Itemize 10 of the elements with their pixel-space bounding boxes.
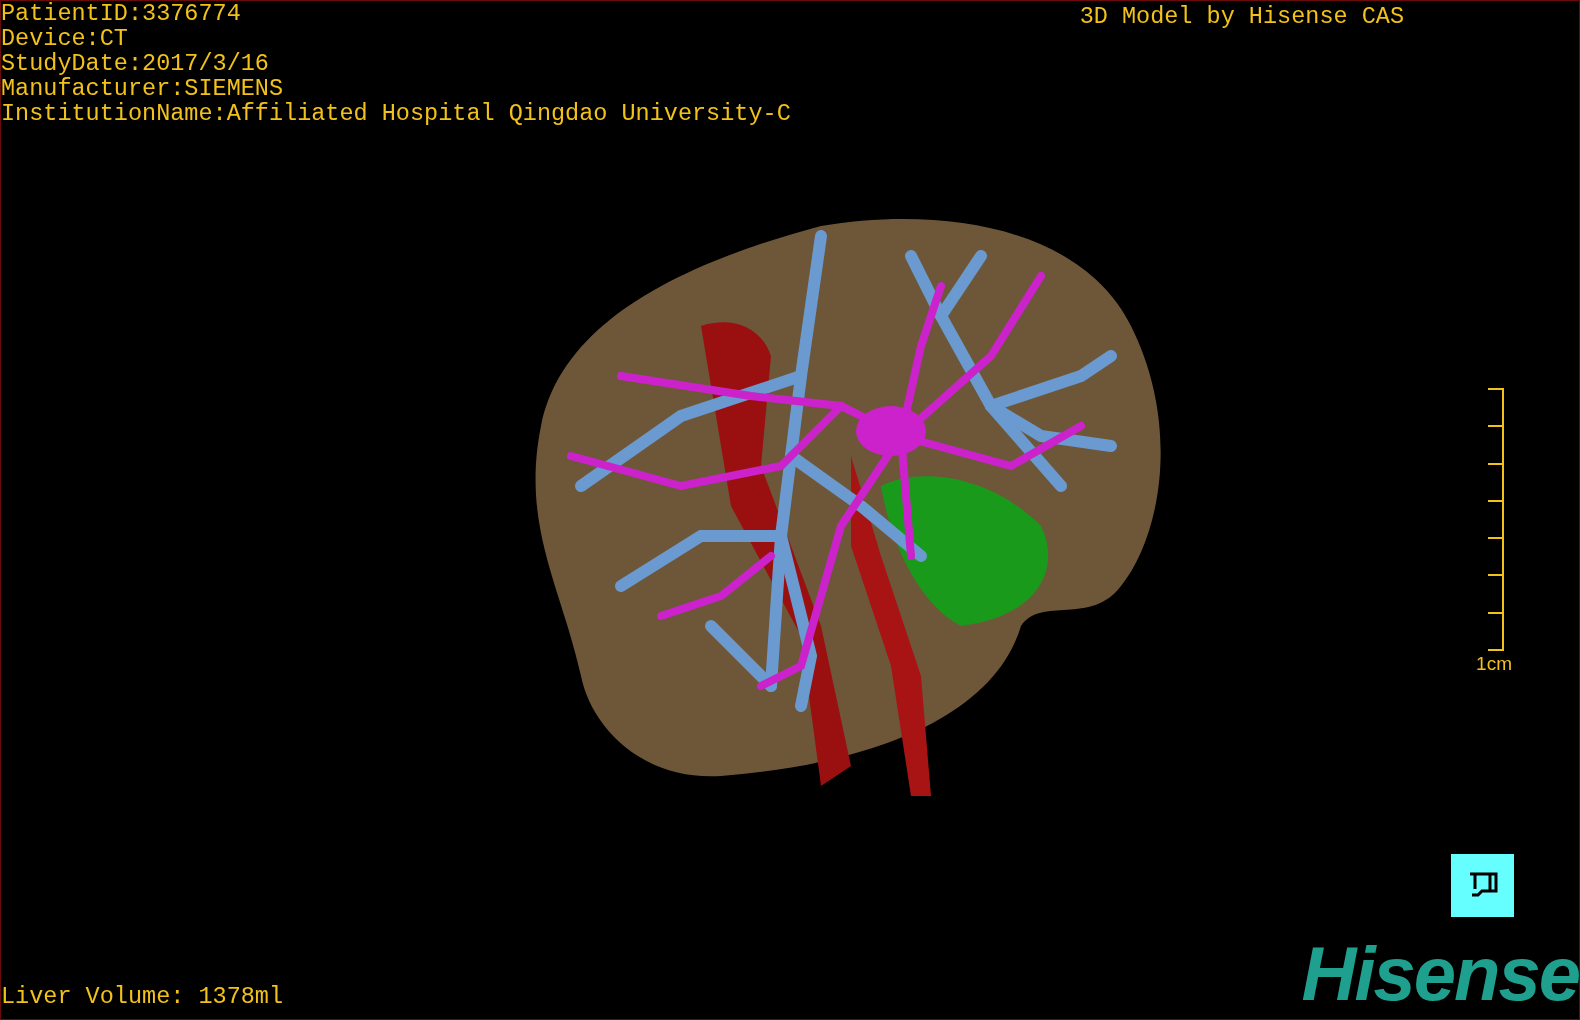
patient-info-text: InstitutionName:Affiliated Hospital Qingdao University-C	[1, 101, 791, 126]
tool-button[interactable]	[1451, 854, 1514, 917]
patient-info-text: PatientID:3376774	[1, 1, 242, 26]
scale-label: 1cm	[1476, 653, 1512, 675]
patient-info-text: StudyDate:2017/3/16	[1, 51, 270, 76]
patient-info-text: Manufacturer:SIEMENS	[1, 76, 285, 101]
viewer-title: 3D Model by Hisense CAS	[1079, 4, 1404, 32]
brand-logo: Hisense	[1301, 939, 1579, 1009]
patient-info-text: Device:CT	[1, 26, 129, 51]
liver-volume-text: Liver Volume: 1378ml	[1, 984, 284, 1009]
